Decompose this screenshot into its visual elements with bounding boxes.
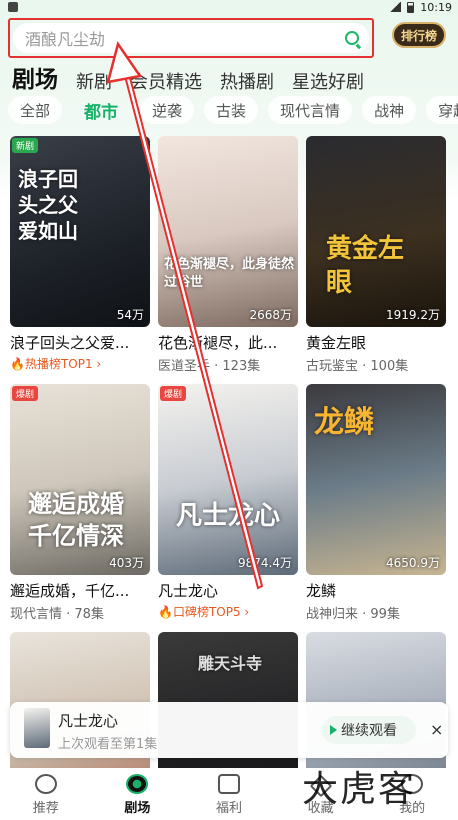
theater-icon: [126, 774, 149, 794]
view-count: 54万: [116, 308, 144, 322]
status-right: 10:19: [390, 0, 452, 14]
view-count: 9874.4万: [238, 556, 292, 570]
gift-icon: [217, 774, 240, 794]
poster-title-art: 黄金左眼: [326, 234, 405, 298]
status-bar: 10:19: [0, 0, 458, 14]
drama-poster[interactable]: 花色渐褪尽，此身徒然过俗世 2668万: [158, 136, 298, 327]
genre-tabs: 全部 都市 逆袭 古装 现代言情 战神 穿越: [8, 96, 458, 124]
watermark-logo: 大虎客: [302, 769, 417, 810]
drama-card[interactable]: 龙鳞 4650.9万 龙鳞 战神归来 · 99集: [306, 384, 446, 622]
continue-subtitle: 上次观看至第1集: [58, 737, 158, 752]
poster-title-art: 浪子回头之父爱如山: [18, 167, 78, 243]
nav-label: 福利: [215, 801, 242, 816]
poster-title-art: 花色渐褪尽，此身徒然过俗世: [164, 257, 295, 290]
drama-title[interactable]: 浪子回头之父爱...: [10, 332, 150, 353]
continue-watching-bar[interactable]: 凡士龙心 上次观看至第1集 继续观看 ×: [10, 702, 448, 758]
status-time: 10:19: [420, 0, 452, 14]
drama-poster[interactable]: 黄金左眼 1919.2万: [306, 136, 446, 327]
drama-meta: 医道圣手 · 123集: [158, 359, 261, 374]
nav-label: 剧场: [124, 801, 151, 816]
search-input[interactable]: 酒酿凡尘劫: [13, 23, 369, 53]
drama-card[interactable]: 新剧 浪子回头之父爱如山 54万 浪子回头之父爱... 🔥热播榜TOP1 ›: [10, 136, 150, 372]
genre-war-god[interactable]: 战神: [362, 96, 417, 124]
tab-star[interactable]: 星选好剧: [292, 68, 364, 94]
poster-title-art: 龙鳞: [314, 405, 374, 440]
genre-romance[interactable]: 现代言情: [268, 96, 353, 124]
drama-card[interactable]: 黄金左眼 1919.2万 黄金左眼 古玩鉴宝 · 100集: [306, 136, 446, 374]
poster-title-art: 凡士龙心: [176, 501, 281, 531]
drama-title[interactable]: 邂逅成婚，千亿...: [10, 580, 150, 601]
rank-label: 🔥热播榜TOP1 ›: [10, 357, 102, 371]
rank-label: 🔥口碑榜TOP5 ›: [158, 605, 250, 619]
drama-title[interactable]: 花色渐褪尽，此...: [158, 332, 298, 353]
genre-comeback[interactable]: 逆袭: [140, 96, 195, 124]
battery-icon: [407, 1, 415, 13]
nav-theater[interactable]: 剧场: [92, 768, 184, 820]
nav-label: 推荐: [32, 801, 59, 816]
tab-hot[interactable]: 热播剧: [220, 68, 274, 94]
continue-watching-button[interactable]: 继续观看: [322, 716, 416, 744]
drama-poster[interactable]: 龙鳞 4650.9万: [306, 384, 446, 575]
tab-new[interactable]: 新剧: [76, 68, 112, 94]
hot-badge: 爆剧: [12, 386, 39, 401]
drama-card[interactable]: 爆剧 凡士龙心 9874.4万 凡士龙心 🔥口碑榜TOP5 ›: [158, 384, 298, 620]
continue-thumbnail[interactable]: [24, 708, 50, 748]
search-placeholder: 酒酿凡尘劫: [25, 30, 106, 49]
close-icon[interactable]: ×: [430, 720, 443, 739]
notification-icon: [8, 2, 18, 12]
genre-all[interactable]: 全部: [8, 96, 63, 124]
genre-costume[interactable]: 古装: [204, 96, 259, 124]
tab-theater[interactable]: 剧场: [12, 60, 58, 94]
nav-welfare[interactable]: 福利: [183, 768, 275, 820]
view-count: 4650.9万: [386, 556, 440, 570]
drama-meta: 古玩鉴宝 · 100集: [306, 359, 409, 374]
main-tabs: 剧场 新剧 会员精选 热播剧 星选好剧: [12, 60, 382, 94]
hot-badge: 爆剧: [160, 386, 187, 401]
poster-title-art: 邂逅成婚千亿情深: [28, 489, 124, 550]
drama-poster[interactable]: 爆剧 凡士龙心 9874.4万: [158, 384, 298, 575]
drama-meta: 战神归来 · 99集: [306, 607, 400, 622]
view-count: 403万: [109, 556, 144, 570]
genre-urban[interactable]: 都市: [72, 96, 130, 124]
search-icon[interactable]: [345, 31, 359, 45]
continue-button-label: 继续观看: [341, 723, 397, 739]
planet-icon: [34, 774, 57, 794]
drama-card[interactable]: 爆剧 邂逅成婚千亿情深 403万 邂逅成婚，千亿... 现代言情 · 78集: [10, 384, 150, 622]
drama-card[interactable]: 花色渐褪尽，此身徒然过俗世 2668万 花色渐褪尽，此... 医道圣手 · 12…: [158, 136, 298, 374]
drama-poster[interactable]: 爆剧 邂逅成婚千亿情深 403万: [10, 384, 150, 575]
poster-title-art: 雕天斗寺: [198, 654, 263, 673]
continue-title: 凡士龙心: [58, 712, 119, 730]
view-count: 1919.2万: [386, 308, 440, 322]
drama-title[interactable]: 黄金左眼: [306, 332, 446, 353]
view-count: 2668万: [249, 308, 292, 322]
drama-title[interactable]: 凡士龙心: [158, 580, 298, 601]
drama-title[interactable]: 龙鳞: [306, 580, 446, 601]
signal-icon: [390, 2, 402, 12]
drama-meta: 现代言情 · 78集: [10, 607, 104, 622]
search-highlight-box: 酒酿凡尘劫: [8, 18, 374, 58]
tab-vip[interactable]: 会员精选: [130, 68, 202, 94]
play-icon: [330, 725, 337, 735]
ranking-button[interactable]: 排行榜: [392, 22, 446, 48]
nav-recommend[interactable]: 推荐: [0, 768, 92, 820]
drama-poster[interactable]: 新剧 浪子回头之父爱如山 54万: [10, 136, 150, 327]
genre-time-travel[interactable]: 穿越: [426, 96, 458, 124]
new-badge: 新剧: [12, 138, 39, 153]
